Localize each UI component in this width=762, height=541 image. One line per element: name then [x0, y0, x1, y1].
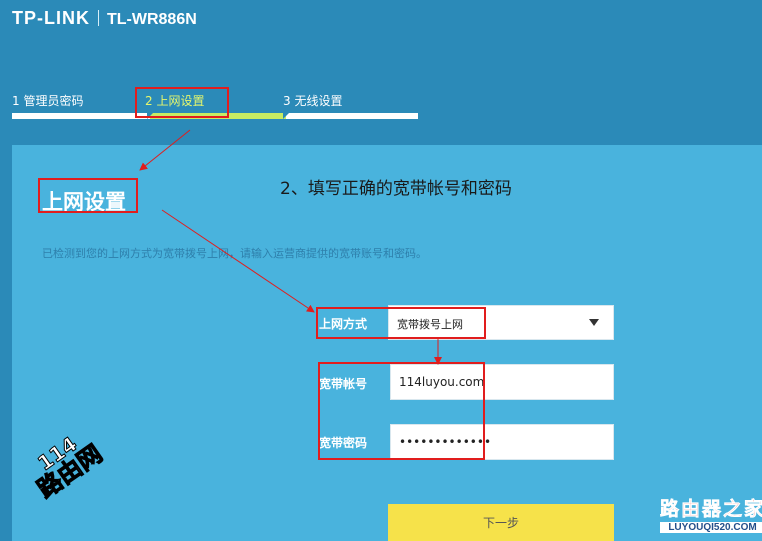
- annotation-arrow: [161, 209, 315, 313]
- annotation-arrow: [139, 129, 191, 171]
- annotation-arrows: [139, 129, 442, 365]
- watermark-luyouqi-logo: 路由器之家 LUYOUQI520.COM: [660, 494, 762, 533]
